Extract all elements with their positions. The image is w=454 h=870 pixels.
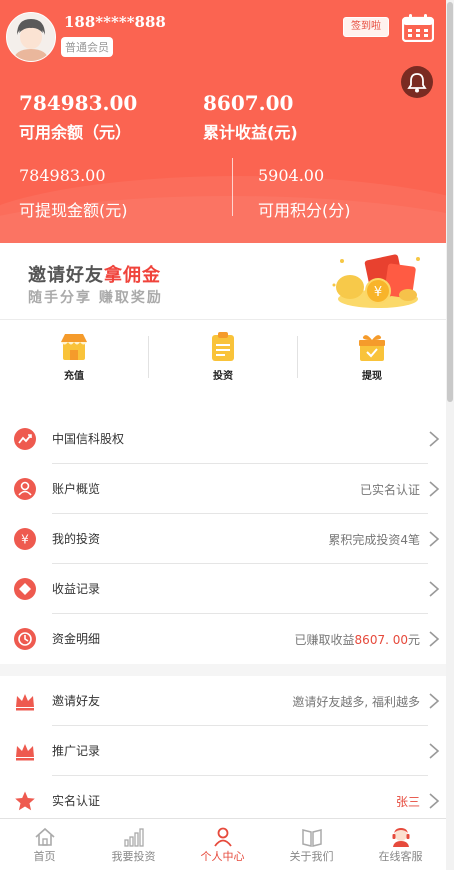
tab-online-service[interactable]: 在线客服 (356, 819, 445, 870)
calendar-icon[interactable] (402, 14, 434, 42)
withdrawable-label: 可提现金额(元) (19, 201, 128, 220)
bars-icon (124, 828, 144, 847)
withdrawable-value: 784983.00 (19, 166, 106, 185)
diamond-icon (14, 578, 36, 600)
tab-personal-center[interactable]: 个人中心 (178, 819, 267, 870)
menu-item-value: 张三 (395, 795, 420, 809)
tab-label: 首页 (33, 850, 56, 863)
menu-item-label: 实名认证 (52, 794, 101, 808)
star-icon (15, 791, 35, 811)
invest-label: 投资 (213, 371, 233, 382)
banner-title: 邀请好友拿佣金 (28, 261, 161, 287)
recharge-button[interactable]: 充值 (0, 320, 148, 414)
chevron-right-icon (429, 581, 440, 597)
gift-box-icon (359, 335, 385, 361)
clipboard-icon (212, 332, 234, 361)
profile-page: 188*****888 普通会员 签到啦 784983.00 可用余额（元） 8… (0, 0, 446, 870)
total-profit-label: 累计收益(元) (203, 123, 298, 142)
svg-text:¥: ¥ (21, 533, 29, 547)
menu-item-fund-details[interactable]: 资金明细 已赚取收益8607. 00元 (0, 614, 446, 664)
tab-label: 我要投资 (111, 850, 156, 863)
quick-actions: 充值 投资 提现 (0, 320, 446, 415)
menu-item-account-overview[interactable]: 账户概览 已实名认证 (0, 464, 446, 514)
notification-button[interactable] (401, 66, 433, 98)
banner-subtitle: 随手分享 赚取奖励 (28, 290, 163, 306)
menu-item-value: 已赚取收益8607. 00元 (295, 631, 420, 648)
recharge-label: 充值 (64, 371, 84, 382)
withdraw-button[interactable]: 提现 (298, 320, 446, 414)
chevron-right-icon (429, 793, 440, 809)
chevron-right-icon (429, 743, 440, 759)
chart-icon (14, 428, 36, 450)
home-icon (35, 827, 55, 846)
menu-item-promotion-records[interactable]: 推广记录 (0, 726, 446, 776)
scrollbar-thumb[interactable] (447, 2, 453, 402)
chevron-right-icon (429, 631, 440, 647)
bell-icon (407, 73, 427, 93)
bottom-tab-bar: 首页 我要投资 个人中心 关于我们 在线客服 (0, 818, 446, 870)
menu-item-equity[interactable]: 中国信科股权 (0, 414, 446, 464)
menu-item-value: 累积完成投资4笔 (328, 533, 420, 547)
profit-amount: 8607. 00 (354, 633, 408, 647)
points-value: 5904.00 (258, 166, 325, 185)
crown-icon (16, 694, 34, 711)
tab-label: 个人中心 (200, 850, 245, 863)
stats-divider (232, 158, 233, 216)
member-level-badge: 普通会员 (61, 37, 113, 57)
book-icon (302, 829, 322, 847)
scrollbar[interactable] (446, 0, 454, 870)
menu-item-label: 账户概览 (52, 482, 101, 496)
tab-label: 关于我们 (289, 850, 334, 863)
chevron-right-icon (429, 481, 440, 497)
yen-icon: ¥ (14, 528, 36, 550)
avatar[interactable] (6, 12, 56, 62)
banner-title-part2: 拿佣金 (104, 265, 161, 286)
section-gap (0, 664, 446, 676)
user-icon (14, 478, 36, 500)
profit-prefix: 已赚取收益 (294, 633, 355, 647)
menu-item-label: 推广记录 (52, 744, 101, 758)
menu-item-value: 邀请好友越多, 福利越多 (292, 695, 420, 709)
user-phone: 188*****888 (64, 13, 166, 31)
tab-home[interactable]: 首页 (0, 819, 89, 870)
profit-suffix: 元 (407, 633, 420, 647)
banner-title-part1: 邀请好友 (28, 265, 104, 286)
tab-invest[interactable]: 我要投资 (89, 819, 178, 870)
chevron-right-icon (429, 531, 440, 547)
tab-label: 在线客服 (378, 850, 423, 863)
chevron-right-icon (429, 693, 440, 709)
available-balance-value: 784983.00 (19, 91, 138, 115)
menu-item-label: 邀请好友 (52, 694, 101, 708)
menu-item-my-investment[interactable]: ¥ 我的投资 累积完成投资4笔 (0, 514, 446, 564)
menu-item-profit-records[interactable]: 收益记录 (0, 564, 446, 614)
tab-about-us[interactable]: 关于我们 (267, 819, 356, 870)
menu-item-label: 我的投资 (52, 532, 101, 546)
menu-item-label: 资金明细 (52, 632, 101, 646)
menu-item-value: 已实名认证 (359, 483, 420, 497)
crown-icon (16, 744, 34, 761)
menu-item-invite-friends[interactable]: 邀请好友 邀请好友越多, 福利越多 (0, 676, 446, 726)
available-balance-label: 可用余额（元） (19, 123, 132, 142)
clock-icon (14, 628, 36, 650)
service-icon (392, 828, 410, 847)
avatar-icon (7, 13, 55, 61)
total-profit-value: 8607.00 (203, 91, 294, 115)
withdraw-label: 提现 (362, 371, 382, 382)
account-header: 188*****888 普通会员 签到啦 784983.00 可用余额（元） 8… (0, 0, 446, 243)
menu-item-label: 中国信科股权 (52, 432, 125, 446)
person-icon (214, 827, 232, 847)
points-label: 可用积分(分) (258, 201, 351, 220)
menu-item-label: 收益记录 (52, 582, 101, 596)
invest-button[interactable]: 投资 (149, 320, 297, 414)
invite-banner[interactable]: 邀请好友拿佣金 随手分享 赚取奖励 ¥ (0, 243, 446, 320)
red-envelope-coins-icon: ¥ (332, 254, 420, 308)
signin-button[interactable]: 签到啦 (343, 17, 389, 37)
svg-text:¥: ¥ (374, 285, 382, 300)
chevron-right-icon (429, 431, 440, 447)
shop-icon (61, 334, 87, 360)
